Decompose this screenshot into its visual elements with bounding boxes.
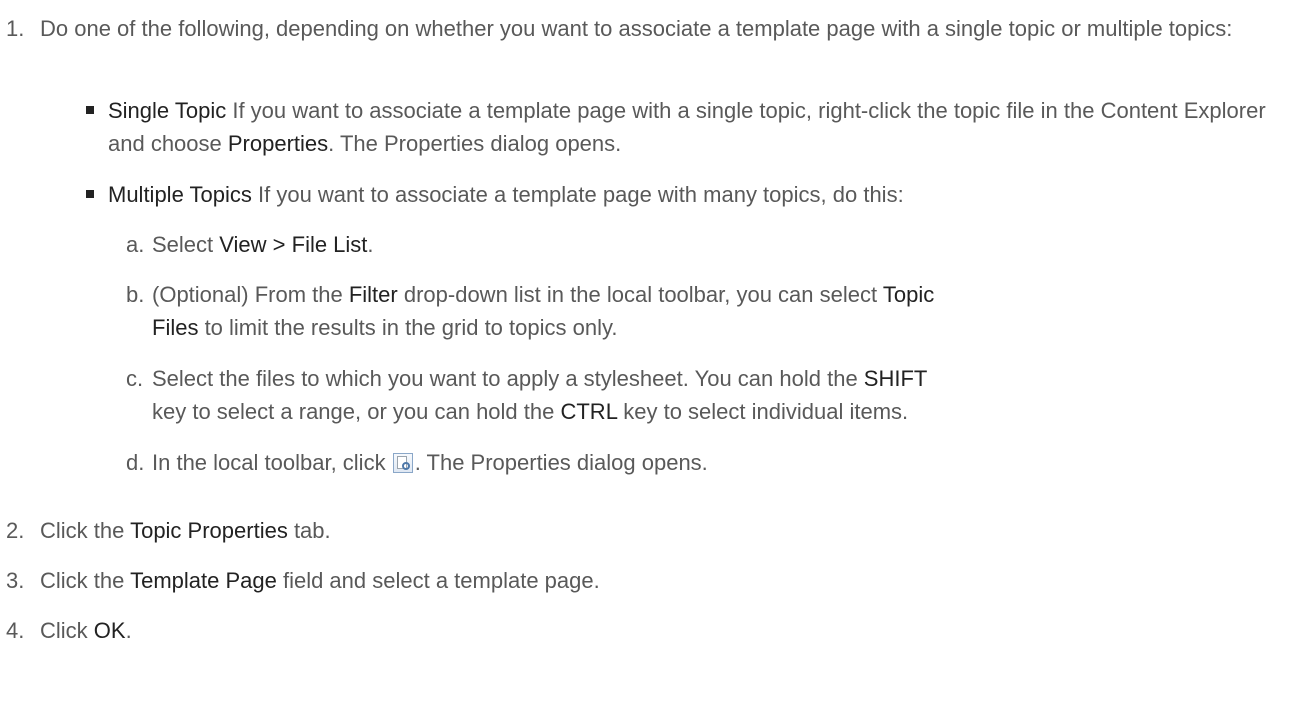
document-page: 1. Do one of the following, depending on… [0, 0, 1294, 727]
multiple-topics-label: Multiple Topics [108, 182, 252, 207]
bullet-marker [86, 106, 94, 114]
step-3-text: Click the Template Page field and select… [40, 568, 600, 593]
filter-label: Filter [348, 282, 398, 307]
substep-b-text: (Optional) From the Filter drop-down lis… [152, 282, 935, 340]
single-topic-paragraph: Single Topic If you want to associate a … [108, 98, 1266, 156]
substep-d-text: In the local toolbar, click . The Proper… [152, 450, 708, 475]
substep-c-text: Select the files to which you want to ap… [152, 366, 928, 424]
bullet-marker [86, 190, 94, 198]
step-2-text: Click the Topic Properties tab. [40, 518, 331, 543]
substep-a-text: Select View > File List. [152, 232, 374, 257]
view-file-list-label: View > File List [219, 232, 368, 257]
step-4-text: Click OK. [40, 618, 132, 643]
topic-properties-label: Topic Properties [130, 518, 288, 543]
single-topic-label: Single Topic [108, 98, 227, 123]
template-page-label: Template Page [130, 568, 277, 593]
multiple-topics-paragraph: Multiple Topics If you want to associate… [108, 182, 904, 207]
step-1-text: Do one of the following, depending on wh… [40, 16, 1233, 41]
ok-label: OK [93, 618, 126, 643]
ctrl-key-label: CTRL [560, 399, 618, 424]
shift-key-label: SHIFT [863, 366, 928, 391]
properties-label: Properties [227, 131, 329, 156]
properties-icon[interactable] [392, 453, 413, 473]
